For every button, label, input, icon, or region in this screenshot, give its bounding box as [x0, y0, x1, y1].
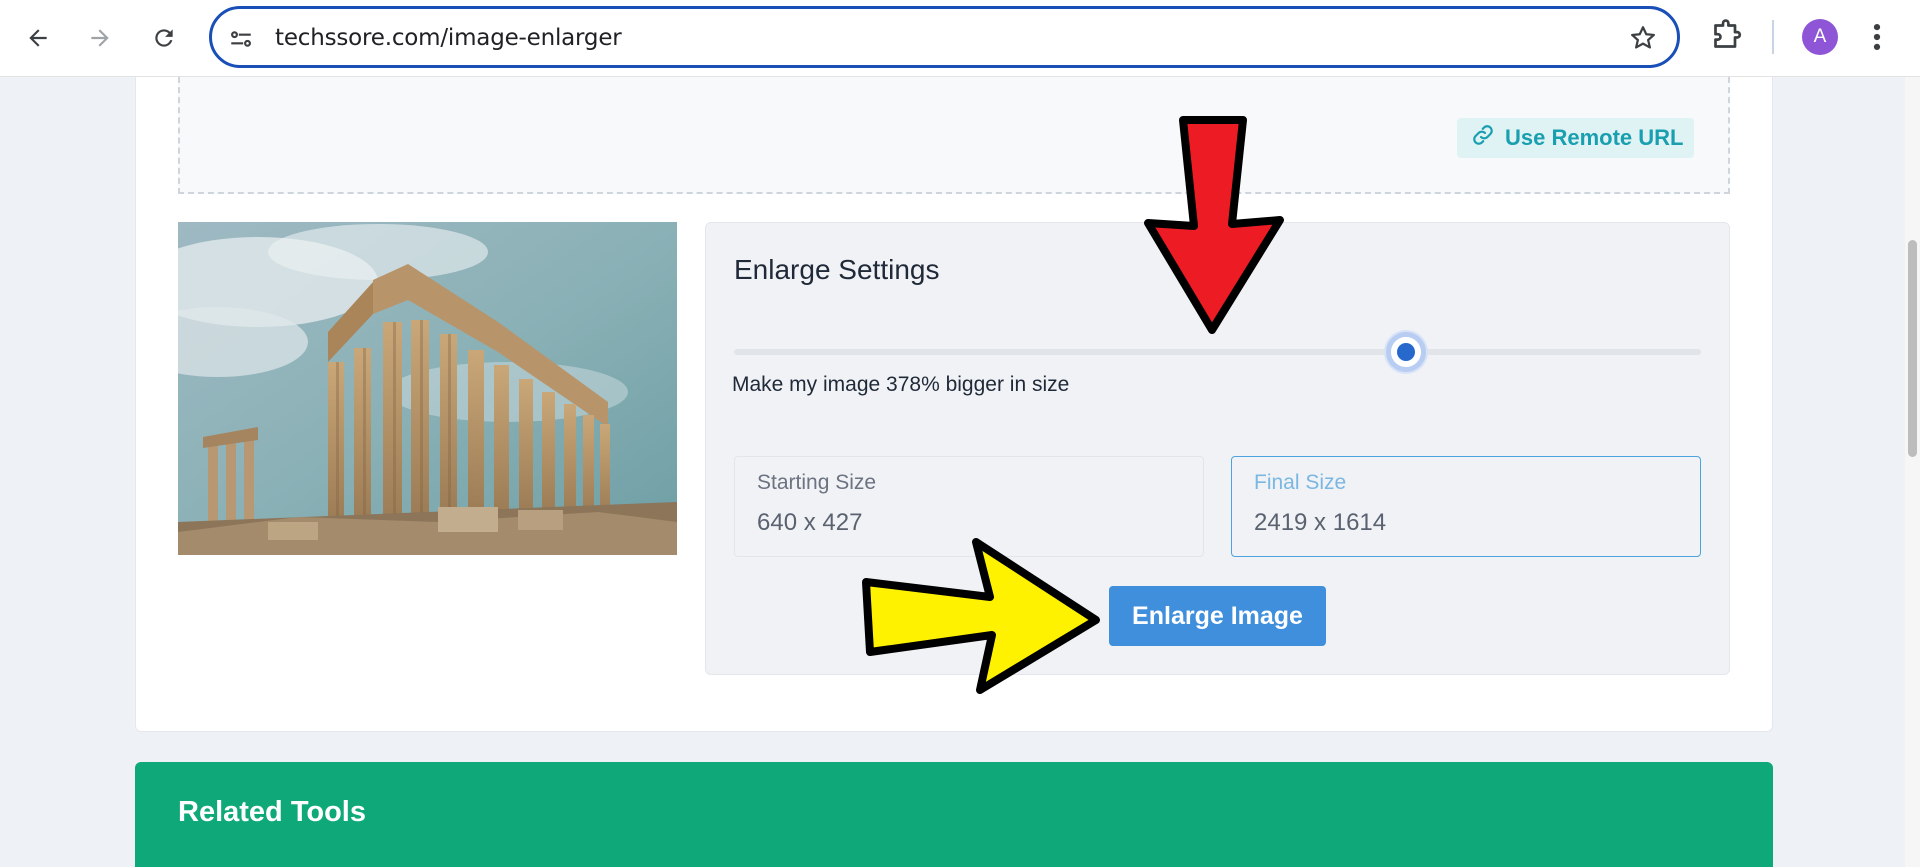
final-size-value: 2419 x 1614	[1254, 509, 1387, 536]
enlarge-image-button[interactable]: Enlarge Image	[1109, 586, 1326, 646]
starting-size-label: Starting Size	[757, 471, 877, 494]
site-settings-icon[interactable]	[228, 26, 254, 57]
settings-title: Enlarge Settings	[734, 254, 940, 285]
final-size-field: Final Size 2419 x 1614	[1231, 456, 1701, 557]
use-remote-url-button[interactable]: Use Remote URL	[1457, 118, 1694, 158]
menu-dots-icon[interactable]	[1866, 20, 1888, 59]
scale-slider-thumb[interactable]	[1386, 332, 1426, 372]
page-scrollbar[interactable]	[1905, 77, 1920, 867]
browser-toolbar: techssore.com/image-enlarger A	[0, 0, 1920, 77]
final-size-label: Final Size	[1254, 471, 1347, 494]
related-tools-title: Related Tools	[178, 796, 366, 828]
profile-avatar[interactable]: A	[1802, 19, 1838, 55]
starting-size-field: Starting Size 640 x 427	[734, 456, 1204, 557]
use-remote-url-label: Use Remote URL	[1505, 125, 1684, 150]
back-arrow-icon[interactable]	[18, 18, 58, 58]
scale-slider-track[interactable]	[734, 349, 1701, 355]
scale-description: Make my image 378% bigger in size	[732, 373, 1070, 396]
scrollbar-thumb[interactable]	[1908, 240, 1917, 457]
image-preview	[178, 222, 677, 555]
extensions-icon[interactable]	[1708, 18, 1744, 59]
starting-size-value: 640 x 427	[757, 509, 863, 536]
url-text[interactable]: techssore.com/image-enlarger	[275, 25, 622, 51]
bookmark-star-icon[interactable]	[1629, 24, 1657, 57]
reload-icon[interactable]	[144, 18, 184, 58]
toolbar-divider	[1772, 20, 1774, 54]
forward-arrow-icon[interactable]	[80, 18, 120, 58]
link-icon	[1471, 123, 1495, 153]
address-bar[interactable]: techssore.com/image-enlarger	[209, 6, 1680, 68]
related-tools-section: Related Tools	[135, 762, 1773, 867]
